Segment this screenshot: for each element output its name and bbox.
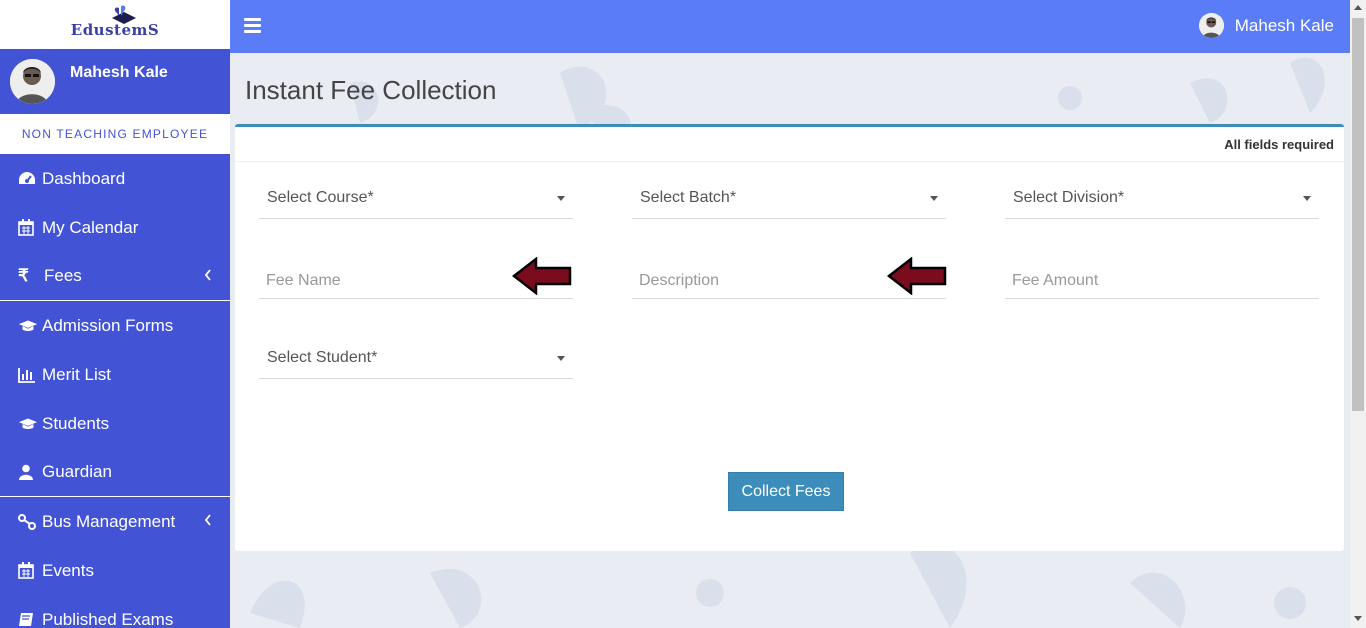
sidebar-item-label: Bus Management bbox=[42, 511, 176, 531]
sidebar-item-label: Merit List bbox=[42, 364, 111, 384]
student-select[interactable]: Select Student* bbox=[259, 339, 573, 379]
sidebar: EdustemS Mahesh Kale NON TEACHING EMPLOY… bbox=[0, 0, 230, 628]
course-select[interactable]: Select Course* bbox=[259, 179, 573, 219]
rupee-icon: ₹ bbox=[18, 266, 29, 285]
avatar bbox=[1198, 13, 1224, 38]
chevron-left-icon bbox=[204, 269, 211, 281]
user-panel: Mahesh Kale bbox=[0, 49, 230, 114]
brand-logo[interactable]: EdustemS bbox=[0, 0, 230, 49]
dashboard-icon bbox=[18, 171, 38, 187]
sidebar-user-name: Mahesh Kale bbox=[70, 64, 168, 81]
sidebar-item-label: Published Exams bbox=[42, 609, 174, 628]
caret-down-icon bbox=[557, 196, 565, 201]
division-select-label: Select Division* bbox=[1013, 189, 1125, 206]
graduation-cap-icon bbox=[18, 319, 38, 333]
hamburger-icon[interactable] bbox=[244, 18, 261, 33]
graduation-cap-icon bbox=[18, 417, 38, 431]
student-select-label: Select Student* bbox=[267, 349, 378, 366]
sidebar-item-label: Admission Forms bbox=[42, 315, 174, 335]
route-icon bbox=[18, 513, 38, 530]
sidebar-item-dashboard[interactable]: Dashboard bbox=[0, 154, 230, 203]
sidebar-item-my-calendar[interactable]: My Calendar bbox=[0, 203, 230, 252]
scroll-up-arrow-icon[interactable] bbox=[1354, 5, 1362, 10]
user-photo-icon bbox=[1198, 13, 1224, 38]
user-icon bbox=[18, 464, 38, 480]
calendar-icon bbox=[18, 562, 38, 579]
batch-select-label: Select Batch* bbox=[640, 189, 737, 206]
fee-collection-card: All fields required Select Course* Selec… bbox=[235, 124, 1344, 551]
top-user-menu[interactable]: Mahesh Kale bbox=[1198, 13, 1334, 38]
course-select-label: Select Course* bbox=[267, 189, 374, 206]
sidebar-item-label: My Calendar bbox=[42, 217, 139, 237]
top-navbar: Mahesh Kale bbox=[230, 0, 1350, 53]
avatar bbox=[10, 59, 55, 104]
sidebar-item-label: Guardian bbox=[42, 462, 112, 481]
fee-amount-field[interactable] bbox=[1005, 259, 1319, 299]
collect-fees-button[interactable]: Collect Fees bbox=[728, 472, 844, 511]
batch-select[interactable]: Select Batch* bbox=[632, 179, 946, 219]
caret-down-icon bbox=[930, 196, 938, 201]
arrow-left-icon bbox=[512, 257, 572, 295]
fee-amount-input[interactable] bbox=[1005, 259, 1319, 298]
sidebar-item-fees[interactable]: ₹ Fees bbox=[0, 252, 230, 301]
chevron-left-icon bbox=[204, 514, 211, 526]
book-icon bbox=[18, 612, 38, 628]
top-user-name: Mahesh Kale bbox=[1234, 15, 1334, 35]
sidebar-item-label: Events bbox=[42, 560, 94, 580]
sidebar-item-published-exams[interactable]: Published Exams bbox=[0, 595, 230, 628]
page-title: Instant Fee Collection bbox=[245, 75, 497, 105]
caret-down-icon bbox=[1303, 196, 1311, 201]
sidebar-item-events[interactable]: Events bbox=[0, 546, 230, 595]
user-photo-icon bbox=[10, 59, 55, 104]
scrollbar-thumb[interactable] bbox=[1352, 18, 1364, 411]
required-note: All fields required bbox=[235, 127, 1344, 162]
sidebar-item-label: Dashboard bbox=[42, 168, 126, 188]
scroll-down-arrow-icon[interactable] bbox=[1354, 616, 1362, 621]
sidebar-item-students[interactable]: Students bbox=[0, 399, 230, 448]
required-note-text: All fields required bbox=[1224, 136, 1334, 152]
bar-chart-icon bbox=[18, 367, 38, 383]
sidebar-item-merit-list[interactable]: Merit List bbox=[0, 350, 230, 399]
sidebar-item-label: Fees bbox=[44, 266, 82, 285]
sidebar-item-bus-management[interactable]: Bus Management bbox=[0, 497, 230, 546]
sidebar-nav: Dashboard My Calendar ₹ Fees Admission F… bbox=[0, 154, 230, 628]
page-scrollbar[interactable] bbox=[1350, 0, 1366, 628]
caret-down-icon bbox=[557, 356, 565, 361]
sidebar-item-admission-forms[interactable]: Admission Forms bbox=[0, 301, 230, 350]
graduation-cap-sprout-logo bbox=[112, 5, 136, 24]
sidebar-item-label: Students bbox=[42, 413, 110, 433]
calendar-icon bbox=[18, 219, 38, 236]
user-role: NON TEACHING EMPLOYEE bbox=[0, 114, 230, 154]
arrow-left-icon bbox=[887, 257, 947, 295]
sidebar-item-guardian[interactable]: Guardian bbox=[0, 448, 230, 497]
main-content: Instant Fee Collection All fields requir… bbox=[230, 53, 1350, 628]
division-select[interactable]: Select Division* bbox=[1005, 179, 1319, 219]
